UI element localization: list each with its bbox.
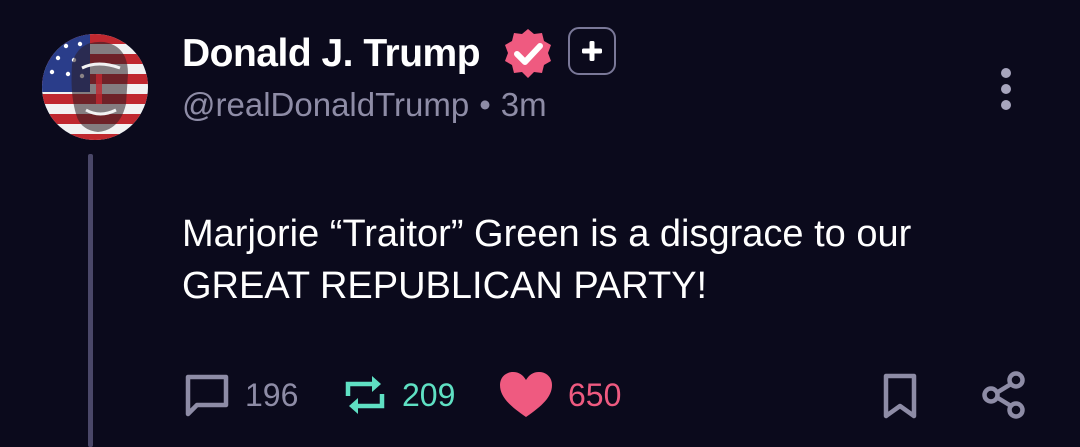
like-count: 650 (568, 376, 622, 413)
verified-badge-icon (500, 26, 556, 82)
separator: • (479, 86, 491, 123)
display-name[interactable]: Donald J. Trump (182, 30, 481, 78)
post-text: Marjorie “Traitor” Green is a disgrace t… (182, 213, 912, 307)
like-button[interactable]: 650 (498, 370, 621, 420)
more-vertical-icon (1001, 68, 1011, 110)
reply-button[interactable]: 196 (183, 370, 298, 420)
reply-icon (185, 374, 229, 417)
more-options-button[interactable] (994, 66, 1018, 112)
plus-icon (582, 41, 602, 61)
handle[interactable]: @realDonaldTrump (182, 86, 469, 123)
bookmark-button[interactable] (880, 372, 920, 425)
heart-icon (500, 372, 552, 417)
repost-icon (345, 376, 385, 414)
bookmark-icon (883, 373, 917, 419)
repost-count: 209 (402, 376, 456, 413)
thread-line (88, 154, 93, 447)
share-button[interactable] (980, 370, 1028, 425)
repost-button[interactable]: 209 (342, 370, 455, 420)
follow-button[interactable] (568, 27, 616, 75)
avatar[interactable] (42, 34, 148, 140)
timestamp[interactable]: 3m (501, 86, 547, 123)
avatar-image (42, 34, 148, 140)
reply-count: 196 (245, 376, 299, 413)
handle-row: @realDonaldTrump • 3m (182, 84, 547, 126)
share-icon (982, 371, 1025, 419)
